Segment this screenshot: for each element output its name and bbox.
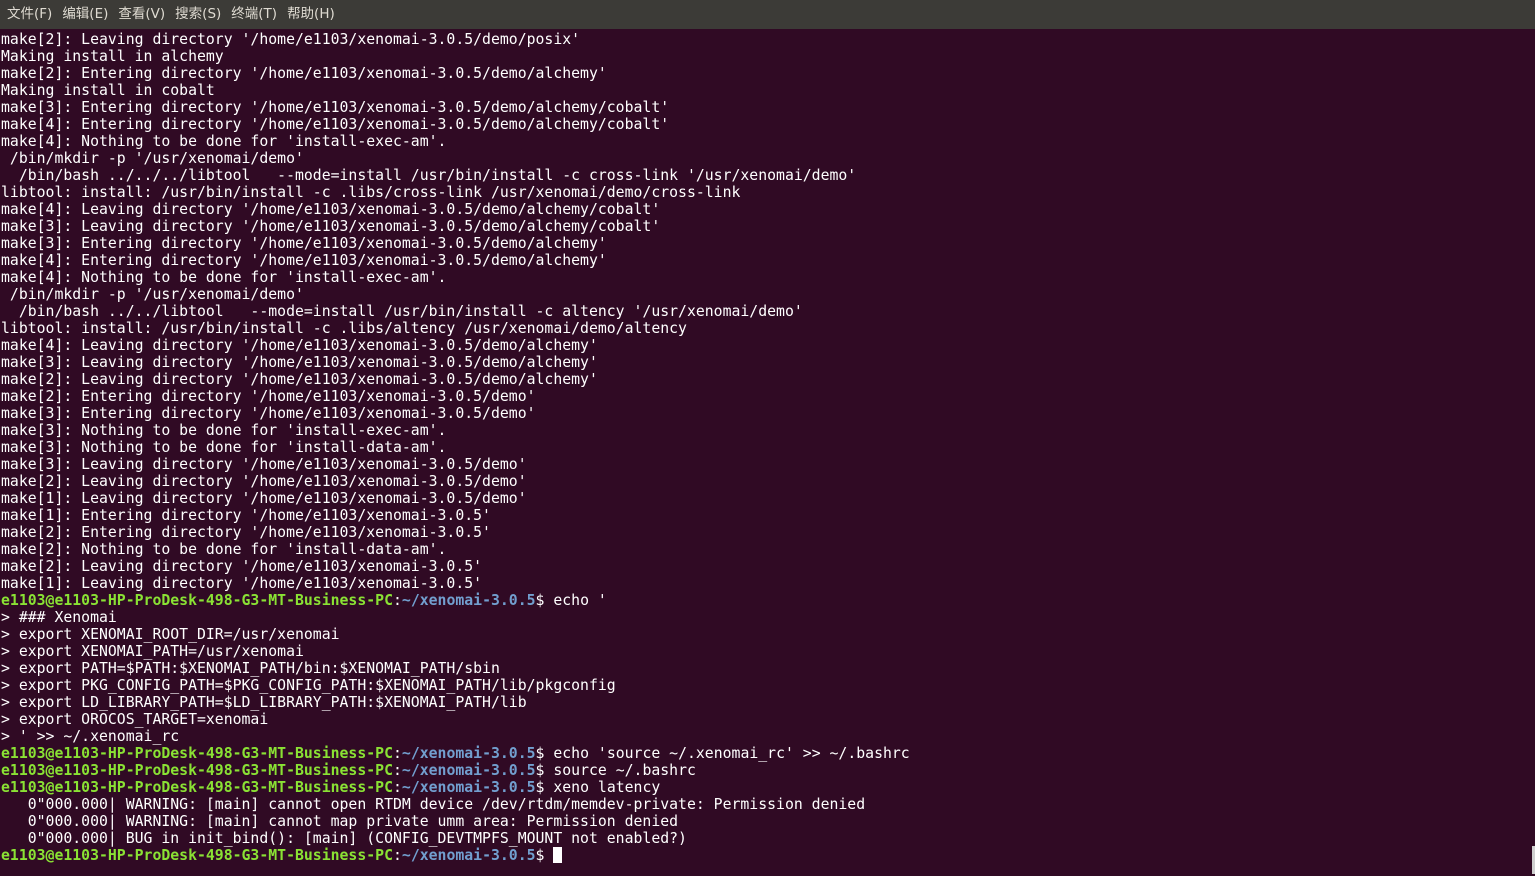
prompt-line: e1103@e1103-HP-ProDesk-498-G3-MT-Busines… xyxy=(1,779,910,796)
output-line: 0"000.000| WARNING: [main] cannot open R… xyxy=(1,796,866,813)
prompt-command: $ xeno latency xyxy=(535,779,661,796)
output-line: make[4]: Entering directory '/home/e1103… xyxy=(1,252,607,269)
prompt-path: ~/xenomai-3.0.5 xyxy=(401,762,536,779)
prompt-user-host: e1103@e1103-HP-ProDesk-498-G3-MT-Busines… xyxy=(1,745,393,762)
output-line: /bin/bash ../../../libtool --mode=instal… xyxy=(1,167,857,184)
output-line: make[2]: Entering directory '/home/e1103… xyxy=(1,524,491,541)
prompt-user-host: e1103@e1103-HP-ProDesk-498-G3-MT-Busines… xyxy=(1,847,393,864)
output-line: make[4]: Nothing to be done for 'install… xyxy=(1,269,447,286)
terminal-output[interactable]: make[2]: Leaving directory '/home/e1103/… xyxy=(0,29,1531,876)
prompt-line: e1103@e1103-HP-ProDesk-498-G3-MT-Busines… xyxy=(1,745,910,762)
output-line: make[1]: Leaving directory '/home/e1103/… xyxy=(1,490,527,507)
output-line: make[2]: Entering directory '/home/e1103… xyxy=(1,65,607,82)
output-line: make[3]: Entering directory '/home/e1103… xyxy=(1,235,607,252)
output-line: > ' >> ~/.xenomai_rc xyxy=(1,728,180,745)
prompt-user-host: e1103@e1103-HP-ProDesk-498-G3-MT-Busines… xyxy=(1,762,393,779)
output-line: /bin/bash ../../libtool --mode=install /… xyxy=(1,303,803,320)
output-line: make[3]: Leaving directory '/home/e1103/… xyxy=(1,456,527,473)
output-line: make[3]: Nothing to be done for 'install… xyxy=(1,422,447,439)
prompt-command: $ source ~/.bashrc xyxy=(535,762,696,779)
output-line: libtool: install: /usr/bin/install -c .l… xyxy=(1,320,687,337)
output-line: make[2]: Leaving directory '/home/e1103/… xyxy=(1,558,483,575)
output-line: > export XENOMAI_PATH=/usr/xenomai xyxy=(1,643,304,660)
menu-view[interactable]: 查看(V) xyxy=(113,0,170,29)
prompt-path: ~/xenomai-3.0.5 xyxy=(401,592,536,609)
output-line: make[1]: Entering directory '/home/e1103… xyxy=(1,507,491,524)
output-line: make[3]: Nothing to be done for 'install… xyxy=(1,439,447,456)
menu-terminal[interactable]: 终端(T) xyxy=(226,0,282,29)
prompt-separator: : xyxy=(392,762,402,779)
prompt-line: e1103@e1103-HP-ProDesk-498-G3-MT-Busines… xyxy=(1,847,910,864)
menu-edit[interactable]: 编辑(E) xyxy=(57,0,113,29)
output-line: make[3]: Entering directory '/home/e1103… xyxy=(1,405,536,422)
output-line: /bin/mkdir -p '/usr/xenomai/demo' xyxy=(1,286,304,303)
prompt-user-host: e1103@e1103-HP-ProDesk-498-G3-MT-Busines… xyxy=(1,779,393,796)
menu-search[interactable]: 搜索(S) xyxy=(170,0,226,29)
prompt-path: ~/xenomai-3.0.5 xyxy=(401,847,536,864)
output-line: make[3]: Entering directory '/home/e1103… xyxy=(1,99,670,116)
text-cursor xyxy=(553,847,563,863)
prompt-user-host: e1103@e1103-HP-ProDesk-498-G3-MT-Busines… xyxy=(1,592,393,609)
menu-file[interactable]: 文件(F) xyxy=(2,0,57,29)
output-line: > export PKG_CONFIG_PATH=$PKG_CONFIG_PAT… xyxy=(1,677,616,694)
output-line: make[4]: Entering directory '/home/e1103… xyxy=(1,116,670,133)
output-line: > export OROCOS_TARGET=xenomai xyxy=(1,711,269,728)
output-line: make[2]: Leaving directory '/home/e1103/… xyxy=(1,371,598,388)
output-line: make[4]: Leaving directory '/home/e1103/… xyxy=(1,337,598,354)
output-line: make[4]: Nothing to be done for 'install… xyxy=(1,133,447,150)
output-line: > export XENOMAI_ROOT_DIR=/usr/xenomai xyxy=(1,626,340,643)
menu-bar: 文件(F) 编辑(E) 查看(V) 搜索(S) 终端(T) 帮助(H) xyxy=(0,0,1535,29)
output-line: > ### Xenomai xyxy=(1,609,117,626)
output-line: make[3]: Leaving directory '/home/e1103/… xyxy=(1,218,661,235)
output-line: make[2]: Leaving directory '/home/e1103/… xyxy=(1,473,527,490)
output-line: /bin/mkdir -p '/usr/xenomai/demo' xyxy=(1,150,304,167)
prompt-separator: : xyxy=(392,592,402,609)
prompt-separator: : xyxy=(392,745,402,762)
prompt-line: e1103@e1103-HP-ProDesk-498-G3-MT-Busines… xyxy=(1,592,910,609)
output-line: libtool: install: /usr/bin/install -c .l… xyxy=(1,184,741,201)
output-line: Making install in alchemy xyxy=(1,48,224,65)
prompt-separator: : xyxy=(392,779,402,796)
output-line: make[2]: Entering directory '/home/e1103… xyxy=(1,388,536,405)
output-line: 0"000.000| WARNING: [main] cannot map pr… xyxy=(1,813,679,830)
output-line: make[3]: Leaving directory '/home/e1103/… xyxy=(1,354,598,371)
prompt-command: $ echo ' xyxy=(535,592,607,609)
output-line: Making install in cobalt xyxy=(1,82,215,99)
prompt-line: e1103@e1103-HP-ProDesk-498-G3-MT-Busines… xyxy=(1,762,910,779)
output-line: 0"000.000| BUG in init_bind(): [main] (C… xyxy=(1,830,687,847)
output-line: > export LD_LIBRARY_PATH=$LD_LIBRARY_PAT… xyxy=(1,694,527,711)
terminal-lines: make[2]: Leaving directory '/home/e1103/… xyxy=(1,31,910,864)
prompt-command: $ xyxy=(535,847,554,864)
prompt-path: ~/xenomai-3.0.5 xyxy=(401,745,536,762)
prompt-command: $ echo 'source ~/.xenomai_rc' >> ~/.bash… xyxy=(535,745,910,762)
menu-help[interactable]: 帮助(H) xyxy=(282,0,340,29)
terminal-scrollbar[interactable] xyxy=(1531,29,1535,876)
prompt-path: ~/xenomai-3.0.5 xyxy=(401,779,536,796)
output-line: make[4]: Leaving directory '/home/e1103/… xyxy=(1,201,661,218)
output-line: > export PATH=$PATH:$XENOMAI_PATH/bin:$X… xyxy=(1,660,500,677)
output-line: make[2]: Nothing to be done for 'install… xyxy=(1,541,447,558)
output-line: make[2]: Leaving directory '/home/e1103/… xyxy=(1,31,581,48)
prompt-separator: : xyxy=(392,847,402,864)
output-line: make[1]: Leaving directory '/home/e1103/… xyxy=(1,575,483,592)
